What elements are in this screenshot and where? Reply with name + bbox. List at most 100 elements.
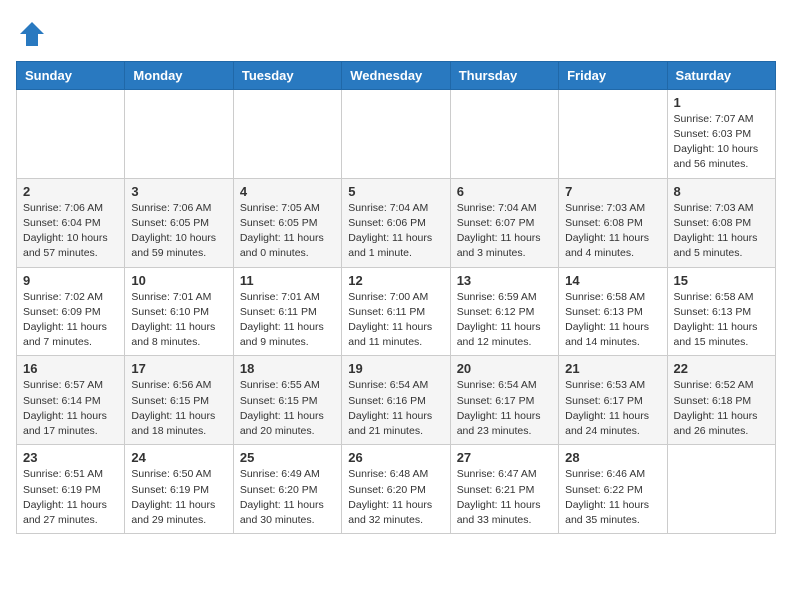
day-number: 18 <box>240 361 335 376</box>
day-info: Sunrise: 7:06 AM Sunset: 6:05 PM Dayligh… <box>131 201 226 262</box>
calendar-cell <box>17 89 125 178</box>
day-number: 26 <box>348 450 443 465</box>
day-number: 24 <box>131 450 226 465</box>
day-header-friday: Friday <box>559 61 667 89</box>
calendar-cell: 14 Sunrise: 6:58 AM Sunset: 6:13 PM Dayli… <box>559 267 667 356</box>
calendar-cell: 22 Sunrise: 6:52 AM Sunset: 6:18 PM Dayli… <box>667 356 775 445</box>
day-info: Sunrise: 7:04 AM Sunset: 6:07 PM Dayligh… <box>457 201 552 262</box>
day-number: 16 <box>23 361 118 376</box>
day-number: 6 <box>457 184 552 199</box>
day-info: Sunrise: 6:54 AM Sunset: 6:17 PM Dayligh… <box>457 378 552 439</box>
day-number: 11 <box>240 273 335 288</box>
page-header <box>16 16 776 53</box>
day-number: 5 <box>348 184 443 199</box>
calendar-cell: 3 Sunrise: 7:06 AM Sunset: 6:05 PM Daylig… <box>125 178 233 267</box>
calendar-cell: 27 Sunrise: 6:47 AM Sunset: 6:21 PM Dayli… <box>450 445 558 534</box>
logo-icon <box>18 20 46 48</box>
calendar-cell: 18 Sunrise: 6:55 AM Sunset: 6:15 PM Dayli… <box>233 356 341 445</box>
calendar-cell: 11 Sunrise: 7:01 AM Sunset: 6:11 PM Dayli… <box>233 267 341 356</box>
day-number: 15 <box>674 273 769 288</box>
calendar-cell: 1 Sunrise: 7:07 AM Sunset: 6:03 PM Daylig… <box>667 89 775 178</box>
calendar-cell: 2 Sunrise: 7:06 AM Sunset: 6:04 PM Daylig… <box>17 178 125 267</box>
day-number: 9 <box>23 273 118 288</box>
day-header-saturday: Saturday <box>667 61 775 89</box>
calendar-week-row: 9Sunrise: 7:02 AM Sunset: 6:09 PM Daylig… <box>17 267 776 356</box>
day-info: Sunrise: 7:01 AM Sunset: 6:11 PM Dayligh… <box>240 290 335 351</box>
calendar-cell: 28 Sunrise: 6:46 AM Sunset: 6:22 PM Dayli… <box>559 445 667 534</box>
calendar-cell: 24 Sunrise: 6:50 AM Sunset: 6:19 PM Dayli… <box>125 445 233 534</box>
calendar-cell: 7Sunrise: 7:03 AM Sunset: 6:08 PM Daylig… <box>559 178 667 267</box>
day-info: Sunrise: 6:57 AM Sunset: 6:14 PM Dayligh… <box>23 378 118 439</box>
day-number: 10 <box>131 273 226 288</box>
calendar-cell: 10 Sunrise: 7:01 AM Sunset: 6:10 PM Dayli… <box>125 267 233 356</box>
calendar-cell: 15 Sunrise: 6:58 AM Sunset: 6:13 PM Dayli… <box>667 267 775 356</box>
day-info: Sunrise: 6:52 AM Sunset: 6:18 PM Dayligh… <box>674 378 769 439</box>
calendar-cell <box>125 89 233 178</box>
calendar-cell <box>233 89 341 178</box>
day-number: 1 <box>674 95 769 110</box>
calendar-cell: 16 Sunrise: 6:57 AM Sunset: 6:14 PM Dayli… <box>17 356 125 445</box>
calendar-cell: 12 Sunrise: 7:00 AM Sunset: 6:11 PM Dayli… <box>342 267 450 356</box>
day-info: Sunrise: 6:51 AM Sunset: 6:19 PM Dayligh… <box>23 467 118 528</box>
day-info: Sunrise: 6:55 AM Sunset: 6:15 PM Dayligh… <box>240 378 335 439</box>
day-number: 28 <box>565 450 660 465</box>
day-number: 3 <box>131 184 226 199</box>
day-number: 12 <box>348 273 443 288</box>
calendar-cell: 19 Sunrise: 6:54 AM Sunset: 6:16 PM Dayli… <box>342 356 450 445</box>
calendar-cell: 23 Sunrise: 6:51 AM Sunset: 6:19 PM Dayli… <box>17 445 125 534</box>
day-number: 17 <box>131 361 226 376</box>
calendar-cell: 25 Sunrise: 6:49 AM Sunset: 6:20 PM Dayli… <box>233 445 341 534</box>
day-info: Sunrise: 6:50 AM Sunset: 6:19 PM Dayligh… <box>131 467 226 528</box>
calendar-cell: 21 Sunrise: 6:53 AM Sunset: 6:17 PM Dayli… <box>559 356 667 445</box>
day-info: Sunrise: 6:53 AM Sunset: 6:17 PM Dayligh… <box>565 378 660 439</box>
day-info: Sunrise: 6:47 AM Sunset: 6:21 PM Dayligh… <box>457 467 552 528</box>
day-number: 27 <box>457 450 552 465</box>
day-info: Sunrise: 6:46 AM Sunset: 6:22 PM Dayligh… <box>565 467 660 528</box>
day-number: 21 <box>565 361 660 376</box>
calendar-week-row: 16 Sunrise: 6:57 AM Sunset: 6:14 PM Dayli… <box>17 356 776 445</box>
calendar-cell: 9Sunrise: 7:02 AM Sunset: 6:09 PM Daylig… <box>17 267 125 356</box>
day-number: 23 <box>23 450 118 465</box>
calendar-week-row: 23 Sunrise: 6:51 AM Sunset: 6:19 PM Dayli… <box>17 445 776 534</box>
day-info: Sunrise: 6:58 AM Sunset: 6:13 PM Dayligh… <box>674 290 769 351</box>
day-info: Sunrise: 7:05 AM Sunset: 6:05 PM Dayligh… <box>240 201 335 262</box>
day-info: Sunrise: 6:59 AM Sunset: 6:12 PM Dayligh… <box>457 290 552 351</box>
day-header-thursday: Thursday <box>450 61 558 89</box>
day-number: 14 <box>565 273 660 288</box>
day-number: 22 <box>674 361 769 376</box>
day-header-monday: Monday <box>125 61 233 89</box>
calendar-cell: 5 Sunrise: 7:04 AM Sunset: 6:06 PM Daylig… <box>342 178 450 267</box>
day-info: Sunrise: 7:03 AM Sunset: 6:08 PM Dayligh… <box>565 201 660 262</box>
calendar-week-row: 2 Sunrise: 7:06 AM Sunset: 6:04 PM Daylig… <box>17 178 776 267</box>
calendar-cell: 4 Sunrise: 7:05 AM Sunset: 6:05 PM Daylig… <box>233 178 341 267</box>
day-number: 20 <box>457 361 552 376</box>
day-number: 25 <box>240 450 335 465</box>
day-info: Sunrise: 6:54 AM Sunset: 6:16 PM Dayligh… <box>348 378 443 439</box>
day-info: Sunrise: 7:01 AM Sunset: 6:10 PM Dayligh… <box>131 290 226 351</box>
day-info: Sunrise: 6:49 AM Sunset: 6:20 PM Dayligh… <box>240 467 335 528</box>
day-number: 13 <box>457 273 552 288</box>
day-number: 2 <box>23 184 118 199</box>
calendar-cell <box>450 89 558 178</box>
day-number: 19 <box>348 361 443 376</box>
day-header-sunday: Sunday <box>17 61 125 89</box>
calendar-cell: 6 Sunrise: 7:04 AM Sunset: 6:07 PM Daylig… <box>450 178 558 267</box>
calendar-cell <box>559 89 667 178</box>
day-info: Sunrise: 7:06 AM Sunset: 6:04 PM Dayligh… <box>23 201 118 262</box>
day-info: Sunrise: 7:07 AM Sunset: 6:03 PM Dayligh… <box>674 112 769 173</box>
day-info: Sunrise: 7:00 AM Sunset: 6:11 PM Dayligh… <box>348 290 443 351</box>
day-info: Sunrise: 6:58 AM Sunset: 6:13 PM Dayligh… <box>565 290 660 351</box>
calendar-cell: 26Sunrise: 6:48 AM Sunset: 6:20 PM Dayli… <box>342 445 450 534</box>
calendar-cell <box>667 445 775 534</box>
logo <box>16 20 46 53</box>
calendar-header-row: SundayMondayTuesdayWednesdayThursdayFrid… <box>17 61 776 89</box>
day-info: Sunrise: 7:04 AM Sunset: 6:06 PM Dayligh… <box>348 201 443 262</box>
day-header-wednesday: Wednesday <box>342 61 450 89</box>
calendar-cell <box>342 89 450 178</box>
day-header-tuesday: Tuesday <box>233 61 341 89</box>
calendar-cell: 8Sunrise: 7:03 AM Sunset: 6:08 PM Daylig… <box>667 178 775 267</box>
calendar-table: SundayMondayTuesdayWednesdayThursdayFrid… <box>16 61 776 534</box>
day-info: Sunrise: 6:56 AM Sunset: 6:15 PM Dayligh… <box>131 378 226 439</box>
day-number: 4 <box>240 184 335 199</box>
day-info: Sunrise: 7:03 AM Sunset: 6:08 PM Dayligh… <box>674 201 769 262</box>
